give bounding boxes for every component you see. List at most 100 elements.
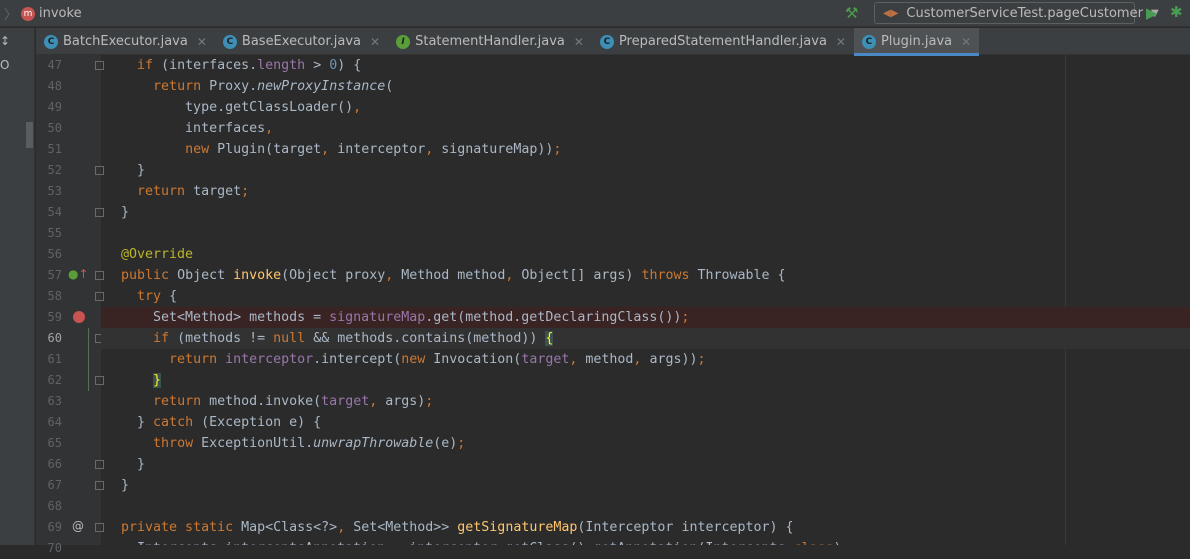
code-line[interactable]: } [101,454,1190,475]
code-token: > [305,58,330,73]
code-line[interactable]: interfaces, [101,118,1190,139]
play-icon[interactable]: ▶ [1146,4,1158,22]
code-line[interactable]: type.getClassLoader(), [101,97,1190,118]
code-token: } [153,373,162,388]
close-icon[interactable]: ✕ [574,35,584,49]
code-token: new [401,352,434,367]
code-token: ) [834,541,842,545]
code-line[interactable]: try { [101,286,1190,307]
code-token: Method method [401,268,506,283]
code-token: return [153,79,210,94]
code-token: , [505,268,522,283]
implements-icon[interactable]: @ [72,519,84,533]
tab-preparedstatementhandler[interactable]: C PreparedStatementHandler.java ✕ [592,28,854,55]
code-line[interactable]: Set<Method> methods = signatureMap.get(m… [101,307,1190,328]
code-token: Intercepts interceptsAnnotation = interc… [105,541,793,545]
code-token: null [273,331,314,346]
line-number: 61 [47,352,62,366]
close-icon[interactable]: ✕ [961,35,971,49]
structure-tab[interactable]: O [0,58,9,72]
tab-batchexecutor[interactable]: C BatchExecutor.java ✕ [36,28,215,55]
hammer-icon[interactable]: ⚒ [845,4,858,22]
code-token: ( [385,79,394,94]
code-line[interactable]: return interceptor.intercept(new Invocat… [101,349,1190,370]
code-token: , [337,520,354,535]
code-line[interactable]: Intercepts interceptsAnnotation = interc… [101,538,1190,545]
code-token: length [257,58,306,73]
breadcrumb-label: invoke [39,6,82,21]
code-token: ; [425,394,434,409]
code-line[interactable]: } [101,160,1190,181]
gutter: 47 48 49 50 51 52 53 54 55 56 57 ●↑ 58 59 60 61 62 63 64 65… [36,55,104,555]
code-editor[interactable]: if (interfaces.length > 0) { return Prox… [101,55,1190,545]
method-icon: m [21,6,36,21]
code-line[interactable] [101,223,1190,244]
code-line[interactable]: return target; [101,181,1190,202]
code-line[interactable]: } [101,370,1190,391]
line-number: 68 [47,499,62,513]
code-line[interactable]: return Proxy.newProxyInstance( [101,76,1190,97]
code-token: if [137,58,162,73]
run-configuration-dropdown[interactable]: ◀▶ CustomerServiceTest.pageCustomer ▼ [874,2,1159,24]
scroll-icon[interactable]: ↕ [0,34,10,48]
code-token: ; [697,352,706,367]
code-line[interactable]: if (interfaces.length > 0) { [101,55,1190,76]
code-line[interactable]: public Object invoke(Object proxy, Metho… [101,265,1190,286]
code-token: try [137,289,170,304]
line-number: 64 [47,415,62,429]
code-line[interactable]: } [101,202,1190,223]
line-number: 59 [47,310,62,324]
code-token: interceptor [337,142,426,157]
class-icon: C [222,34,237,49]
breadcrumb[interactable]: 〉 m invoke [4,4,82,23]
code-token: catch [153,415,202,430]
change-marker[interactable] [88,328,89,391]
class-icon: C [44,34,58,49]
junit-icon: ◀▶ [883,7,899,19]
close-icon[interactable]: ✕ [197,35,207,49]
tab-plugin[interactable]: C Plugin.java ✕ [853,28,980,56]
code-token: interfaces [105,121,266,136]
code-line[interactable]: if (methods != null && methods.contains(… [101,328,1190,349]
code-token: } [105,163,146,178]
code-token: Map<Class<?> [241,520,338,535]
code-token: return [153,394,210,409]
code-token: signatureMap [329,310,426,325]
code-line[interactable]: throw ExceptionUtil.unwrapThrowable(e); [101,433,1190,454]
scrollbar[interactable] [26,122,33,148]
code-line[interactable] [101,496,1190,517]
line-number: 58 [47,289,62,303]
line-number: 70 [47,541,62,555]
line-number: 56 [47,247,62,261]
tab-label: PreparedStatementHandler.java [618,34,827,49]
code-token: Plugin(target [217,142,322,157]
code-token: getSignatureMap [457,520,578,535]
code-token: @Override [121,247,194,262]
overrides-method-icon[interactable]: ●↑ [68,267,89,281]
code-line[interactable]: } [101,475,1190,496]
close-icon[interactable]: ✕ [836,35,846,49]
code-token: , [369,394,386,409]
close-icon[interactable]: ✕ [370,35,380,49]
bug-icon[interactable]: ✱ [1170,3,1183,21]
code-line[interactable]: } catch (Exception e) { [101,412,1190,433]
code-line[interactable]: new Plugin(target, interceptor, signatur… [101,139,1190,160]
code-token: ) { [337,58,362,73]
code-token: , [425,142,442,157]
code-token: } [105,415,154,430]
tab-statementhandler[interactable]: I StatementHandler.java ✕ [388,28,592,55]
tab-baseexecutor[interactable]: C BaseExecutor.java ✕ [215,28,388,55]
breakpoint-icon[interactable] [73,311,85,323]
code-token: invoke [233,268,282,283]
code-token: , [353,100,362,115]
code-line[interactable]: return method.invoke(target, args); [101,391,1190,412]
code-line[interactable]: @Override [101,244,1190,265]
line-number: 65 [47,436,62,450]
code-token: newProxyInstance [257,79,386,94]
code-line[interactable]: private static Map<Class<?>, Set<Method>… [101,517,1190,538]
code-token: Set<Method> methods = [105,310,330,325]
